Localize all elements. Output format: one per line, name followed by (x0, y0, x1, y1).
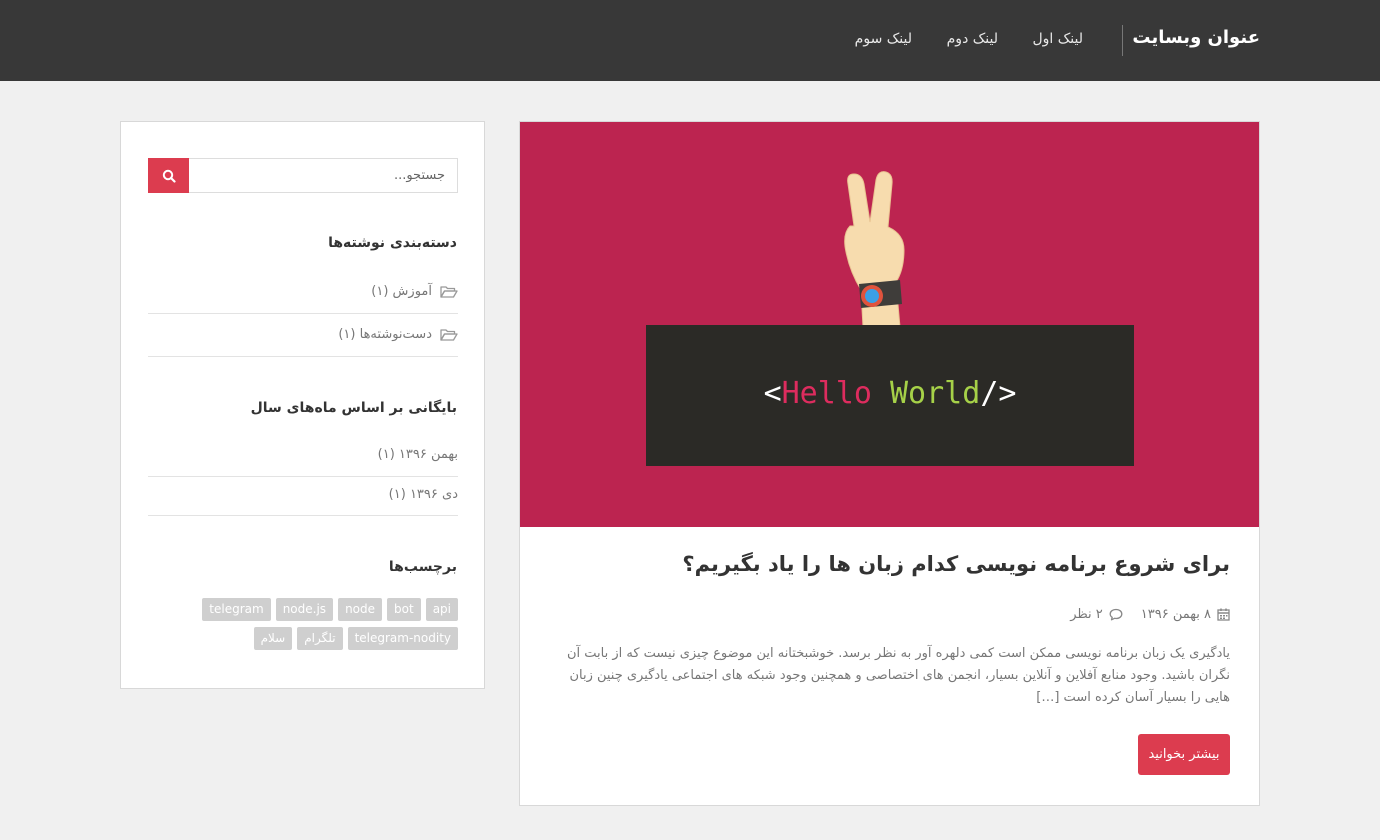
post-comments-text: ۲ نظر (1070, 607, 1103, 622)
code-world: World (890, 376, 980, 411)
archive-item[interactable]: بهمن ۱۳۹۶ (۱) (148, 437, 458, 477)
tags-title: برچسب‌ها (388, 559, 457, 575)
tag-link[interactable]: node.js (275, 598, 334, 621)
hello-world-illustration: <Hello World/> (646, 171, 1134, 466)
archive-label: بهمن ۱۳۹۶ (۱) (377, 447, 458, 462)
calendar-icon (1217, 608, 1230, 621)
svg-text:<Hello World/>: <Hello World/> (764, 376, 1017, 411)
comment-icon (1109, 608, 1123, 621)
code-hello: Hello (782, 376, 872, 411)
post-featured-image[interactable]: <Hello World/> (520, 122, 1259, 527)
category-label: آموزش (۱) (371, 284, 432, 299)
nav-link-2[interactable]: لینک دوم (947, 31, 998, 47)
post-title[interactable]: برای شروع برنامه نویسی کدام زبان ها را ی… (682, 552, 1230, 576)
folder-open-icon (440, 328, 458, 341)
category-item[interactable]: دست‌نوشته‌ها (۱) (148, 314, 458, 357)
folder-open-icon (440, 285, 458, 298)
category-label: دست‌نوشته‌ها (۱) (338, 327, 432, 342)
nav-link-1[interactable]: لینک اول (1032, 31, 1083, 47)
search-icon (162, 169, 176, 183)
post-excerpt: یادگیری یک زبان برنامه نویسی ممکن است کم… (566, 646, 1230, 705)
post-comments[interactable]: ۲ نظر (1070, 607, 1123, 622)
code-close-bracket: /> (980, 376, 1016, 411)
tag-link[interactable]: telegram-nodity (347, 627, 458, 650)
post-date: ۸ بهمن ۱۳۹۶ (1141, 607, 1230, 622)
categories-title: دسته‌بندی نوشته‌ها (328, 235, 457, 251)
tag-link[interactable]: bot (387, 598, 421, 621)
top-navbar: عنوان وبسایت لینک اول لینک دوم لینک سوم (0, 0, 1380, 81)
post-card: <Hello World/> برای شروع برنامه نویسی کد… (519, 121, 1260, 806)
sidebar: دسته‌بندی نوشته‌ها آموزش (۱) دست‌نوشته‌ه… (120, 121, 485, 689)
post-meta: ۸ بهمن ۱۳۹۶ ۲ نظر (1070, 607, 1230, 622)
search-input[interactable] (189, 158, 458, 193)
nav-link-3[interactable]: لینک سوم (855, 31, 912, 47)
nav-divider (1122, 25, 1123, 56)
site-brand[interactable]: عنوان وبسایت (1132, 27, 1260, 48)
category-item[interactable]: آموزش (۱) (148, 272, 458, 314)
tag-cloud: api bot node node.js telegram telegram-n… (148, 598, 458, 656)
archive-label: دی ۱۳۹۶ (۱) (388, 487, 458, 502)
tag-link[interactable]: telegram (202, 598, 271, 621)
archives-title: بایگانی بر اساس ماه‌های سال (250, 400, 457, 416)
tag-link[interactable]: تلگرام (297, 627, 343, 650)
post-date-text: ۸ بهمن ۱۳۹۶ (1140, 607, 1211, 622)
tag-link[interactable]: node (338, 598, 383, 621)
archive-item[interactable]: دی ۱۳۹۶ (۱) (148, 477, 458, 516)
search-button[interactable] (148, 158, 189, 193)
tag-link[interactable]: api (425, 598, 458, 621)
code-open-bracket: < (764, 376, 782, 411)
read-more-button[interactable]: بیشتر بخوانید (1138, 734, 1230, 775)
tag-link[interactable]: سلام (253, 627, 293, 650)
